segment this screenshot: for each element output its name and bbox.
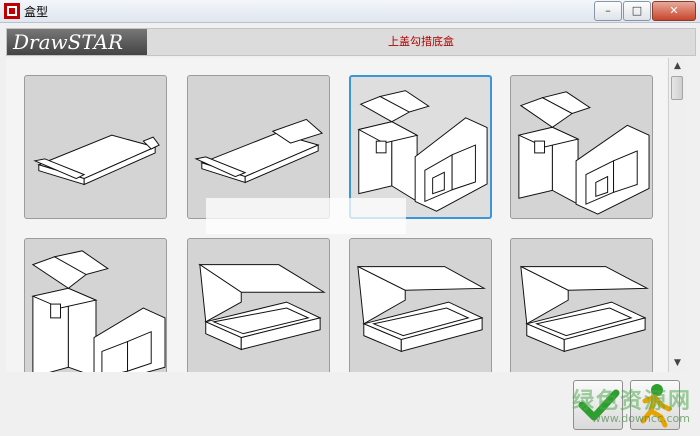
maximize-button[interactable]: □: [623, 1, 651, 21]
screen-glare: [206, 198, 406, 234]
open-tray-icon: [198, 263, 326, 351]
box-type-title: 上盖勾措底盒: [388, 35, 454, 48]
app-icon: [4, 3, 20, 19]
drawstar-logo: DrawSTAR: [7, 29, 147, 55]
scroll-up-icon[interactable]: ▲: [669, 58, 686, 75]
tuck-box-icon: [517, 91, 650, 215]
box-tile[interactable]: [510, 75, 653, 219]
box-tile[interactable]: [24, 75, 167, 219]
box-tile[interactable]: [24, 238, 167, 372]
watermark-url: www.downcc.com: [591, 412, 690, 425]
minimize-button[interactable]: –: [594, 1, 622, 21]
window-title: 盒型: [24, 5, 49, 19]
window-controls: – □ ✕: [594, 1, 696, 21]
tuck-box-icon: [357, 90, 488, 212]
box-tile[interactable]: [349, 238, 492, 372]
tuck-box-icon: [31, 250, 166, 372]
box-gallery: [6, 58, 667, 372]
title-bar: 盒型 – □ ✕: [0, 0, 700, 23]
flat-box-icon: [33, 134, 160, 186]
close-button[interactable]: ✕: [652, 1, 696, 21]
open-tray-icon: [357, 265, 486, 353]
open-tray-icon: [520, 265, 649, 353]
box-tile[interactable]: [187, 238, 330, 372]
scroll-thumb[interactable]: [671, 76, 683, 100]
header-bar: DrawSTAR 上盖勾措底盒: [6, 28, 696, 56]
box-tile[interactable]: [510, 238, 653, 372]
flat-box-icon: [194, 118, 324, 184]
scroll-down-icon[interactable]: ▼: [669, 355, 686, 372]
watermark-text: 绿色资源网: [571, 389, 692, 414]
vertical-scrollbar[interactable]: ▲ ▼: [668, 58, 686, 372]
